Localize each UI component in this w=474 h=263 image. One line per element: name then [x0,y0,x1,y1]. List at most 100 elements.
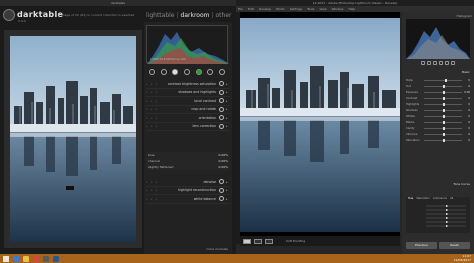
module-row[interactable]: • • • lens correction ▸ [146,123,230,131]
slider-value[interactable]: 0 [462,109,470,112]
before-after-button[interactable] [254,238,262,244]
slider-track[interactable] [424,120,462,124]
module-expand-icon[interactable]: ▸ [226,90,230,94]
module-expand-icon[interactable]: ▸ [226,82,230,86]
module-row[interactable]: • • • highlight reconstruction ▸ [146,187,230,195]
module-expand-icon[interactable]: ▸ [226,107,230,111]
loupe-view-button[interactable] [243,238,251,244]
slider-track[interactable] [424,90,462,94]
view-lighttable[interactable]: lighttable [146,12,175,19]
slider-value[interactable]: 0 [462,79,470,82]
slider-value[interactable]: 0 [462,121,470,124]
menu-item[interactable]: Settings [290,7,302,11]
basic-panel-header[interactable]: Basic [406,70,470,75]
slider-value[interactable]: 0 [462,97,470,100]
taskbar-clock[interactable]: 11:07 12/05/2017 [454,254,471,262]
menu-item[interactable]: Window [332,7,344,11]
slider-thumb[interactable] [443,102,445,106]
slider-track[interactable] [424,96,462,100]
slider-thumb[interactable] [443,84,445,88]
slider-thumb[interactable] [443,96,445,100]
module-row[interactable]: • • • shadows and highlights ▸ [146,89,230,97]
slider-thumb[interactable] [443,126,445,130]
windows-start-icon[interactable] [3,255,9,262]
color-icon[interactable] [195,69,202,75]
slider-value[interactable]: 0 [462,85,470,88]
slider-value[interactable]: 0 [462,139,470,142]
module-row[interactable]: • • • contrast brightness saturation ▸ [146,80,230,89]
module-power-icon[interactable] [219,98,224,104]
slider-value[interactable]: 0 [462,133,470,136]
slider-thumb[interactable] [443,120,445,124]
radial-filter-icon[interactable] [445,61,449,65]
module-power-icon[interactable] [219,81,224,87]
view-other[interactable]: other [216,12,232,19]
module-row[interactable]: • • • orientation ▸ [146,114,230,123]
menu-item[interactable]: Tools [307,7,314,11]
slider-value[interactable]: 0 [462,127,470,130]
darktable-histogram[interactable]: 1/1000 f/2.8 100mm iso 100 [146,25,229,64]
compare-button[interactable] [265,238,273,244]
module-row[interactable]: • • • crop and rotate ▸ [146,106,230,114]
module-expand-icon[interactable]: ▸ [226,197,230,201]
module-power-icon[interactable] [219,187,224,193]
slider-thumb[interactable] [443,114,445,118]
menu-item[interactable]: Develop [259,7,271,11]
slider-thumb[interactable] [443,108,445,112]
slider-track[interactable] [424,114,462,118]
lightroom-taskbar-icon[interactable] [53,255,59,262]
module-row[interactable]: • • • denoise ▸ [146,178,230,187]
effect-icon[interactable] [219,69,226,75]
slider-value[interactable]: 0 [462,115,470,118]
slider-track[interactable] [424,84,462,88]
slider-value[interactable]: 0.00 [462,91,470,94]
darktable-taskbar-icon[interactable] [43,255,49,262]
module-power-icon[interactable] [219,115,224,121]
slider-track[interactable] [424,126,462,130]
module-expand-icon[interactable]: ▸ [226,188,230,192]
tone-curve-header[interactable]: Tone Curve [406,182,470,186]
menu-item[interactable]: View [319,7,326,11]
more-modules-link[interactable]: more modules [206,247,228,251]
module-expand-icon[interactable]: ▸ [226,116,230,120]
module-row[interactable]: • • • white balance ▸ [146,195,230,204]
slider-value[interactable]: 0 [462,103,470,106]
menu-item[interactable]: Photo [276,7,285,11]
browser-icon[interactable] [33,255,39,262]
module-row[interactable]: • • • local contrast ▸ [146,97,230,106]
red-eye-icon[interactable] [433,61,437,65]
basic-slider-row[interactable]: Saturation 0 [406,137,470,143]
menu-item[interactable]: Edit [248,7,254,11]
spot-removal-icon[interactable] [427,61,431,65]
graduated-filter-icon[interactable] [439,61,443,65]
module-expand-icon[interactable]: ▸ [226,180,230,184]
circle-icon[interactable] [172,69,179,75]
star-icon[interactable] [160,69,167,75]
previous-button[interactable]: Previous [406,242,437,249]
module-expand-icon[interactable]: ▸ [226,99,230,103]
slider-thumb[interactable] [443,138,445,142]
slider-track[interactable] [424,102,462,106]
crop-icon[interactable] [421,61,425,65]
module-slider[interactable]: slightly flattened 0.00% [146,164,230,170]
module-expand-icon[interactable]: ▸ [226,124,230,128]
slider-track[interactable] [424,78,462,82]
explorer-icon[interactable] [13,255,19,262]
brush-icon[interactable] [451,61,455,65]
module-power-icon[interactable] [219,123,224,129]
contrast-icon[interactable] [183,69,190,75]
module-power-icon[interactable] [219,106,224,112]
soft-proofing-toggle[interactable]: Soft Proofing [286,239,305,243]
menu-item[interactable]: File [238,7,243,11]
darktable-photo[interactable] [10,36,136,242]
module-power-icon[interactable] [219,196,224,202]
module-power-icon[interactable] [219,89,224,95]
slider-track[interactable] [424,138,462,142]
lightroom-photo[interactable] [240,18,400,232]
menu-item[interactable]: Help [348,7,355,11]
reset-button[interactable]: Reset [439,242,470,249]
slider-track[interactable] [424,108,462,112]
correct-icon[interactable] [207,69,214,75]
histogram-header[interactable]: Histogram [404,14,472,18]
slider-thumb[interactable] [443,90,445,94]
